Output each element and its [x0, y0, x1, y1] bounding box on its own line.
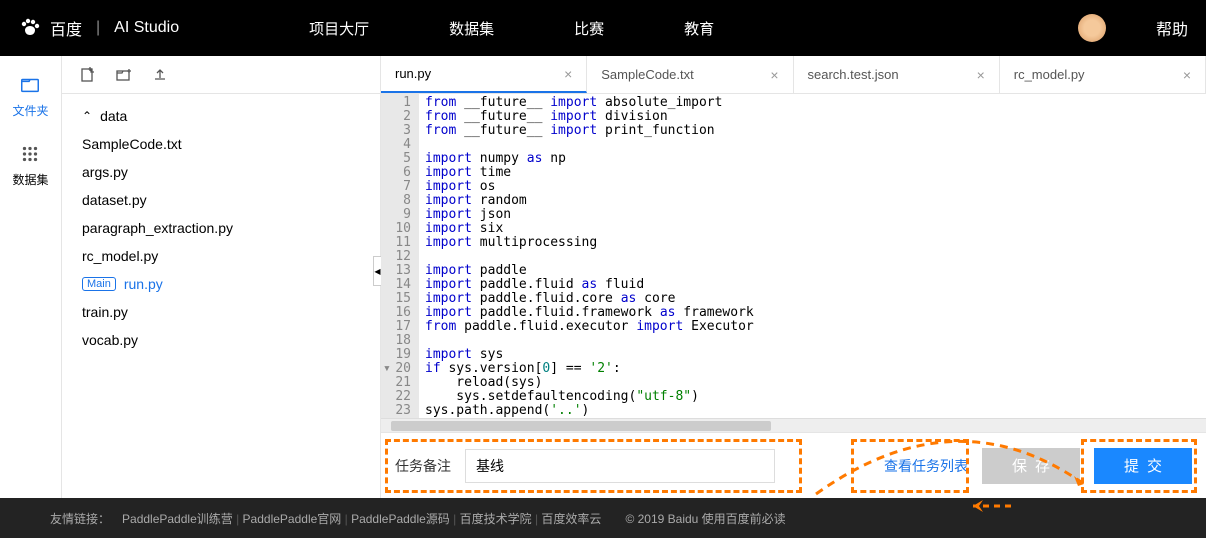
- file-panel: ⌃ data SampleCode.txt args.py dataset.py pa…: [62, 56, 380, 498]
- collapse-handle[interactable]: ◀: [373, 256, 381, 286]
- close-icon[interactable]: ×: [564, 66, 572, 82]
- task-bar: 任务备注 查看任务列表 保存 提交: [381, 432, 1206, 498]
- chevron-down-icon: ⌃: [82, 109, 92, 123]
- editor-tab[interactable]: run.py ×: [381, 56, 587, 93]
- tab-label: run.py: [395, 66, 431, 81]
- close-icon[interactable]: ×: [770, 67, 778, 83]
- tree-item[interactable]: train.py: [62, 298, 380, 326]
- sidebar-tab-label: 数据集: [12, 171, 48, 188]
- footer-link[interactable]: PaddlePaddle训练营: [122, 512, 233, 526]
- h-scrollbar[interactable]: [381, 418, 1206, 432]
- tree-item[interactable]: SampleCode.txt: [62, 130, 380, 158]
- file-tree: ⌃ data SampleCode.txt args.py dataset.py pa…: [62, 94, 380, 498]
- logo-separator: |: [96, 19, 100, 37]
- header: 百度 | AI Studio 项目大厅 数据集 比赛 教育 帮助: [0, 0, 1206, 56]
- editor-tab[interactable]: SampleCode.txt ×: [587, 56, 793, 93]
- upload-icon[interactable]: [152, 67, 168, 83]
- sidebar-tab-dataset[interactable]: 数据集: [12, 143, 48, 188]
- submit-button[interactable]: 提交: [1094, 448, 1192, 484]
- sidebar-tab-files[interactable]: 文件夹: [12, 74, 48, 119]
- editor-tabs: run.py×SampleCode.txt×search.test.json×r…: [381, 56, 1206, 94]
- avatar[interactable]: [1078, 14, 1106, 42]
- nav-datasets[interactable]: 数据集: [449, 18, 494, 39]
- footer-link[interactable]: PaddlePaddle官网: [243, 512, 342, 526]
- task-remark-input[interactable]: [465, 449, 775, 483]
- top-nav: 项目大厅 数据集 比赛 教育: [309, 18, 714, 39]
- footer-label: 友情链接：: [50, 510, 110, 527]
- footer-copyright: © 2019 Baidu 使用百度前必读: [625, 510, 785, 527]
- editor-tab[interactable]: rc_model.py ×: [1000, 56, 1206, 93]
- nav-projects[interactable]: 项目大厅: [309, 18, 369, 39]
- new-folder-icon[interactable]: [116, 67, 132, 83]
- file-name: rc_model.py: [82, 248, 158, 264]
- main-badge: Main: [82, 277, 116, 291]
- task-remark-label: 任务备注: [395, 456, 451, 476]
- folder-icon: [19, 74, 41, 96]
- file-name: vocab.py: [82, 332, 138, 348]
- tree-item[interactable]: vocab.py: [62, 326, 380, 354]
- tab-label: SampleCode.txt: [601, 67, 694, 82]
- main: 文件夹 数据集 ⌃ data SampleCode.txt args.py data…: [0, 56, 1206, 498]
- editor-tab[interactable]: search.test.json ×: [794, 56, 1000, 93]
- tree-item[interactable]: args.py: [62, 158, 380, 186]
- file-name: dataset.py: [82, 192, 147, 208]
- logo-baidu-text: 百度: [50, 16, 82, 40]
- new-file-icon[interactable]: [80, 67, 96, 83]
- nav-contests[interactable]: 比赛: [574, 18, 604, 39]
- help-link[interactable]: 帮助: [1156, 16, 1188, 40]
- close-icon[interactable]: ×: [1183, 67, 1191, 83]
- nav-education[interactable]: 教育: [684, 18, 714, 39]
- editor-area: ◀ run.py×SampleCode.txt×search.test.json…: [380, 56, 1206, 498]
- tree-item[interactable]: Main run.py: [62, 270, 380, 298]
- dataset-icon: [19, 143, 41, 165]
- footer-link[interactable]: 百度效率云: [541, 512, 601, 526]
- file-name: run.py: [124, 276, 163, 292]
- tree-folder-data[interactable]: ⌃ data: [62, 102, 380, 130]
- tree-item[interactable]: rc_model.py: [62, 242, 380, 270]
- code-editor[interactable]: 12345678910111213141516171819▾2021222324…: [381, 94, 1206, 418]
- tab-label: rc_model.py: [1014, 67, 1085, 82]
- sidebar-nav: 文件夹 数据集: [0, 56, 62, 498]
- file-name: args.py: [82, 164, 128, 180]
- view-task-list-link[interactable]: 查看任务列表: [884, 456, 968, 476]
- logo-studio-text: AI Studio: [114, 19, 179, 37]
- footer-link[interactable]: PaddlePaddle源码: [351, 512, 450, 526]
- tree-item[interactable]: dataset.py: [62, 186, 380, 214]
- file-name: paragraph_extraction.py: [82, 220, 233, 236]
- file-name: train.py: [82, 304, 128, 320]
- close-icon[interactable]: ×: [977, 67, 985, 83]
- line-gutter: 12345678910111213141516171819▾2021222324: [381, 94, 419, 418]
- file-name: SampleCode.txt: [82, 136, 182, 152]
- folder-name: data: [100, 108, 127, 124]
- save-button[interactable]: 保存: [982, 448, 1080, 484]
- file-toolbar: [62, 56, 380, 94]
- logo[interactable]: 百度 | AI Studio: [18, 16, 179, 40]
- sidebar-tab-label: 文件夹: [12, 102, 48, 119]
- code-body[interactable]: from __future__ import absolute_importfr…: [419, 94, 1206, 418]
- footer-link[interactable]: 百度技术学院: [460, 512, 532, 526]
- footer: 友情链接： PaddlePaddle训练营 | PaddlePaddle官网 |…: [0, 498, 1206, 538]
- baidu-paw-icon: [18, 16, 42, 40]
- tab-label: search.test.json: [808, 67, 899, 82]
- tree-item[interactable]: paragraph_extraction.py: [62, 214, 380, 242]
